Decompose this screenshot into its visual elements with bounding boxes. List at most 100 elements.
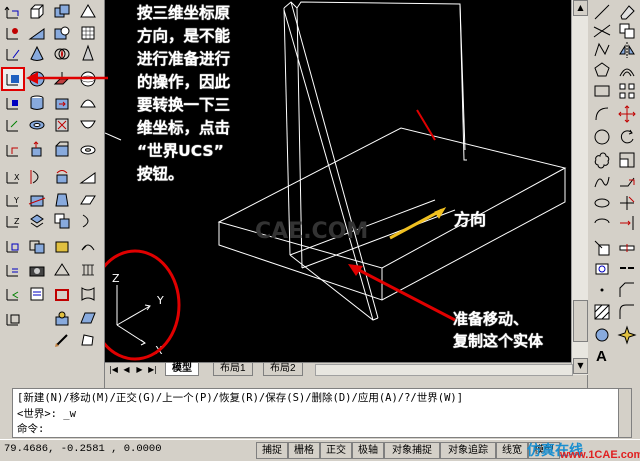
- rotate-icon[interactable]: [617, 127, 637, 147]
- mesh-wedge-icon[interactable]: [78, 167, 98, 187]
- make-block-icon[interactable]: [592, 258, 612, 278]
- world-ucs-button[interactable]: [1, 67, 25, 91]
- torus-icon[interactable]: [27, 115, 47, 135]
- horizontal-scrollbar[interactable]: [315, 364, 573, 376]
- array-icon[interactable]: [617, 81, 637, 101]
- ruled-surface-icon[interactable]: [78, 260, 98, 280]
- wedge-icon[interactable]: [27, 23, 47, 43]
- revolved-surface-icon[interactable]: [78, 211, 98, 231]
- hatch-icon[interactable]: [592, 302, 612, 322]
- insert-block-icon[interactable]: [592, 238, 612, 258]
- ucs-origin-icon[interactable]: [3, 23, 23, 43]
- clean-icon[interactable]: [52, 330, 72, 350]
- scroll-down-icon[interactable]: ▼: [573, 358, 588, 374]
- ortho-toggle[interactable]: 正交: [320, 442, 352, 459]
- arc-icon[interactable]: [592, 104, 612, 124]
- taper-faces-icon[interactable]: [52, 190, 72, 210]
- circle-icon[interactable]: [592, 127, 612, 147]
- rectangle-icon[interactable]: [592, 81, 612, 101]
- ellipse-icon[interactable]: [592, 193, 612, 213]
- polyline-icon[interactable]: [592, 40, 612, 60]
- mesh-dome-icon[interactable]: [78, 93, 98, 113]
- setup-drawing-icon[interactable]: [27, 284, 47, 304]
- mesh-box-icon[interactable]: [78, 23, 98, 43]
- copy-faces-icon[interactable]: [52, 211, 72, 231]
- scroll-up-icon[interactable]: ▲: [573, 0, 588, 16]
- cone-icon[interactable]: [27, 44, 47, 64]
- region-icon[interactable]: [78, 330, 98, 350]
- grid-toggle[interactable]: 栅格: [288, 442, 320, 459]
- erase-icon[interactable]: [617, 2, 637, 22]
- rotate-faces-icon[interactable]: [52, 167, 72, 187]
- imprint-icon[interactable]: [52, 309, 72, 329]
- chamfer-icon[interactable]: [617, 280, 637, 300]
- ucs-object-icon[interactable]: [3, 93, 23, 113]
- trim-icon[interactable]: [617, 193, 637, 213]
- scale-icon[interactable]: [617, 150, 637, 170]
- spline-icon[interactable]: [592, 172, 612, 192]
- break-icon[interactable]: [617, 238, 637, 258]
- section-icon[interactable]: [27, 211, 47, 231]
- ucs-x-icon[interactable]: X: [3, 167, 23, 187]
- polar-toggle[interactable]: 极轴: [352, 442, 384, 459]
- multiline-text-icon[interactable]: A: [592, 345, 612, 365]
- vertical-scrollbar[interactable]: ▲ ▼: [571, 0, 588, 375]
- edge-surface-icon[interactable]: [78, 284, 98, 304]
- surface-3dface-icon[interactable]: [78, 309, 98, 329]
- interfere-icon[interactable]: [27, 236, 47, 256]
- union-icon[interactable]: [52, 2, 72, 22]
- tab-model[interactable]: 模型: [165, 363, 199, 376]
- tabulated-surface-icon[interactable]: [78, 236, 98, 256]
- tab-layout1[interactable]: 布局1: [213, 363, 253, 376]
- copy-edges-icon[interactable]: [52, 260, 72, 280]
- lineweight-toggle[interactable]: 线宽: [496, 442, 528, 459]
- move-icon[interactable]: [617, 104, 637, 124]
- tab-next-icon[interactable]: ▶: [134, 364, 145, 375]
- revision-cloud-icon[interactable]: [592, 150, 612, 170]
- ucs-z-axis-icon[interactable]: [3, 44, 23, 64]
- ucs-y-icon[interactable]: Y: [3, 190, 23, 210]
- command-prompt[interactable]: 命令:: [17, 421, 44, 436]
- ucs-face-icon[interactable]: [3, 115, 23, 135]
- ucs-previous-icon[interactable]: [3, 284, 23, 304]
- explode-icon[interactable]: [617, 325, 637, 345]
- intersect-icon[interactable]: [52, 44, 72, 64]
- ellipse-arc-icon[interactable]: [592, 213, 612, 233]
- subtract-icon[interactable]: [52, 23, 72, 43]
- line-icon[interactable]: [592, 2, 612, 22]
- tab-last-icon[interactable]: ▶|: [147, 364, 158, 375]
- command-scrollbar[interactable]: [618, 389, 631, 437]
- color-faces-icon[interactable]: [52, 236, 72, 256]
- mirror-icon[interactable]: [617, 40, 637, 60]
- ucs-named-icon[interactable]: [3, 309, 23, 329]
- mesh-dish-icon[interactable]: [78, 115, 98, 135]
- mesh-torus-icon[interactable]: [78, 140, 98, 160]
- fillet-icon[interactable]: [617, 302, 637, 322]
- command-window[interactable]: [新建(N)/移动(M)/正交(G)/上一个(P)/恢复(R)/保存(S)/删除…: [12, 388, 632, 438]
- tab-prev-icon[interactable]: ◀: [121, 364, 132, 375]
- ucs-z-icon[interactable]: Z: [3, 211, 23, 231]
- cylinder-icon[interactable]: [27, 93, 47, 113]
- tab-layout2[interactable]: 布局2: [263, 363, 303, 376]
- pyramid-icon[interactable]: [78, 2, 98, 22]
- construction-line-icon[interactable]: [592, 21, 612, 41]
- osnap-toggle[interactable]: 对象捕捉: [384, 442, 440, 459]
- region-draw-icon[interactable]: [592, 325, 612, 345]
- tab-first-icon[interactable]: |◀: [108, 364, 119, 375]
- offset-faces-icon[interactable]: [52, 115, 72, 135]
- revolve-icon[interactable]: [27, 167, 47, 187]
- offset-icon[interactable]: [617, 60, 637, 80]
- slice-icon[interactable]: [27, 190, 47, 210]
- otrack-toggle[interactable]: 对象追踪: [440, 442, 496, 459]
- snap-toggle[interactable]: 捕捉: [256, 442, 288, 459]
- ucs-preset-icon[interactable]: [3, 260, 23, 280]
- scroll-thumb[interactable]: [573, 300, 588, 342]
- ucs-apply-icon[interactable]: [3, 236, 23, 256]
- join-icon[interactable]: [617, 258, 637, 278]
- drawing-canvas[interactable]: CAE.COM Z Y X 按三维坐标原 方向，是不能 进行准备进行 的操作，因…: [105, 0, 571, 362]
- polygon-icon[interactable]: [592, 60, 612, 80]
- extend-icon[interactable]: [617, 213, 637, 233]
- move-faces-icon[interactable]: [52, 93, 72, 113]
- box-icon[interactable]: [27, 2, 47, 22]
- color-edges-icon[interactable]: [52, 284, 72, 304]
